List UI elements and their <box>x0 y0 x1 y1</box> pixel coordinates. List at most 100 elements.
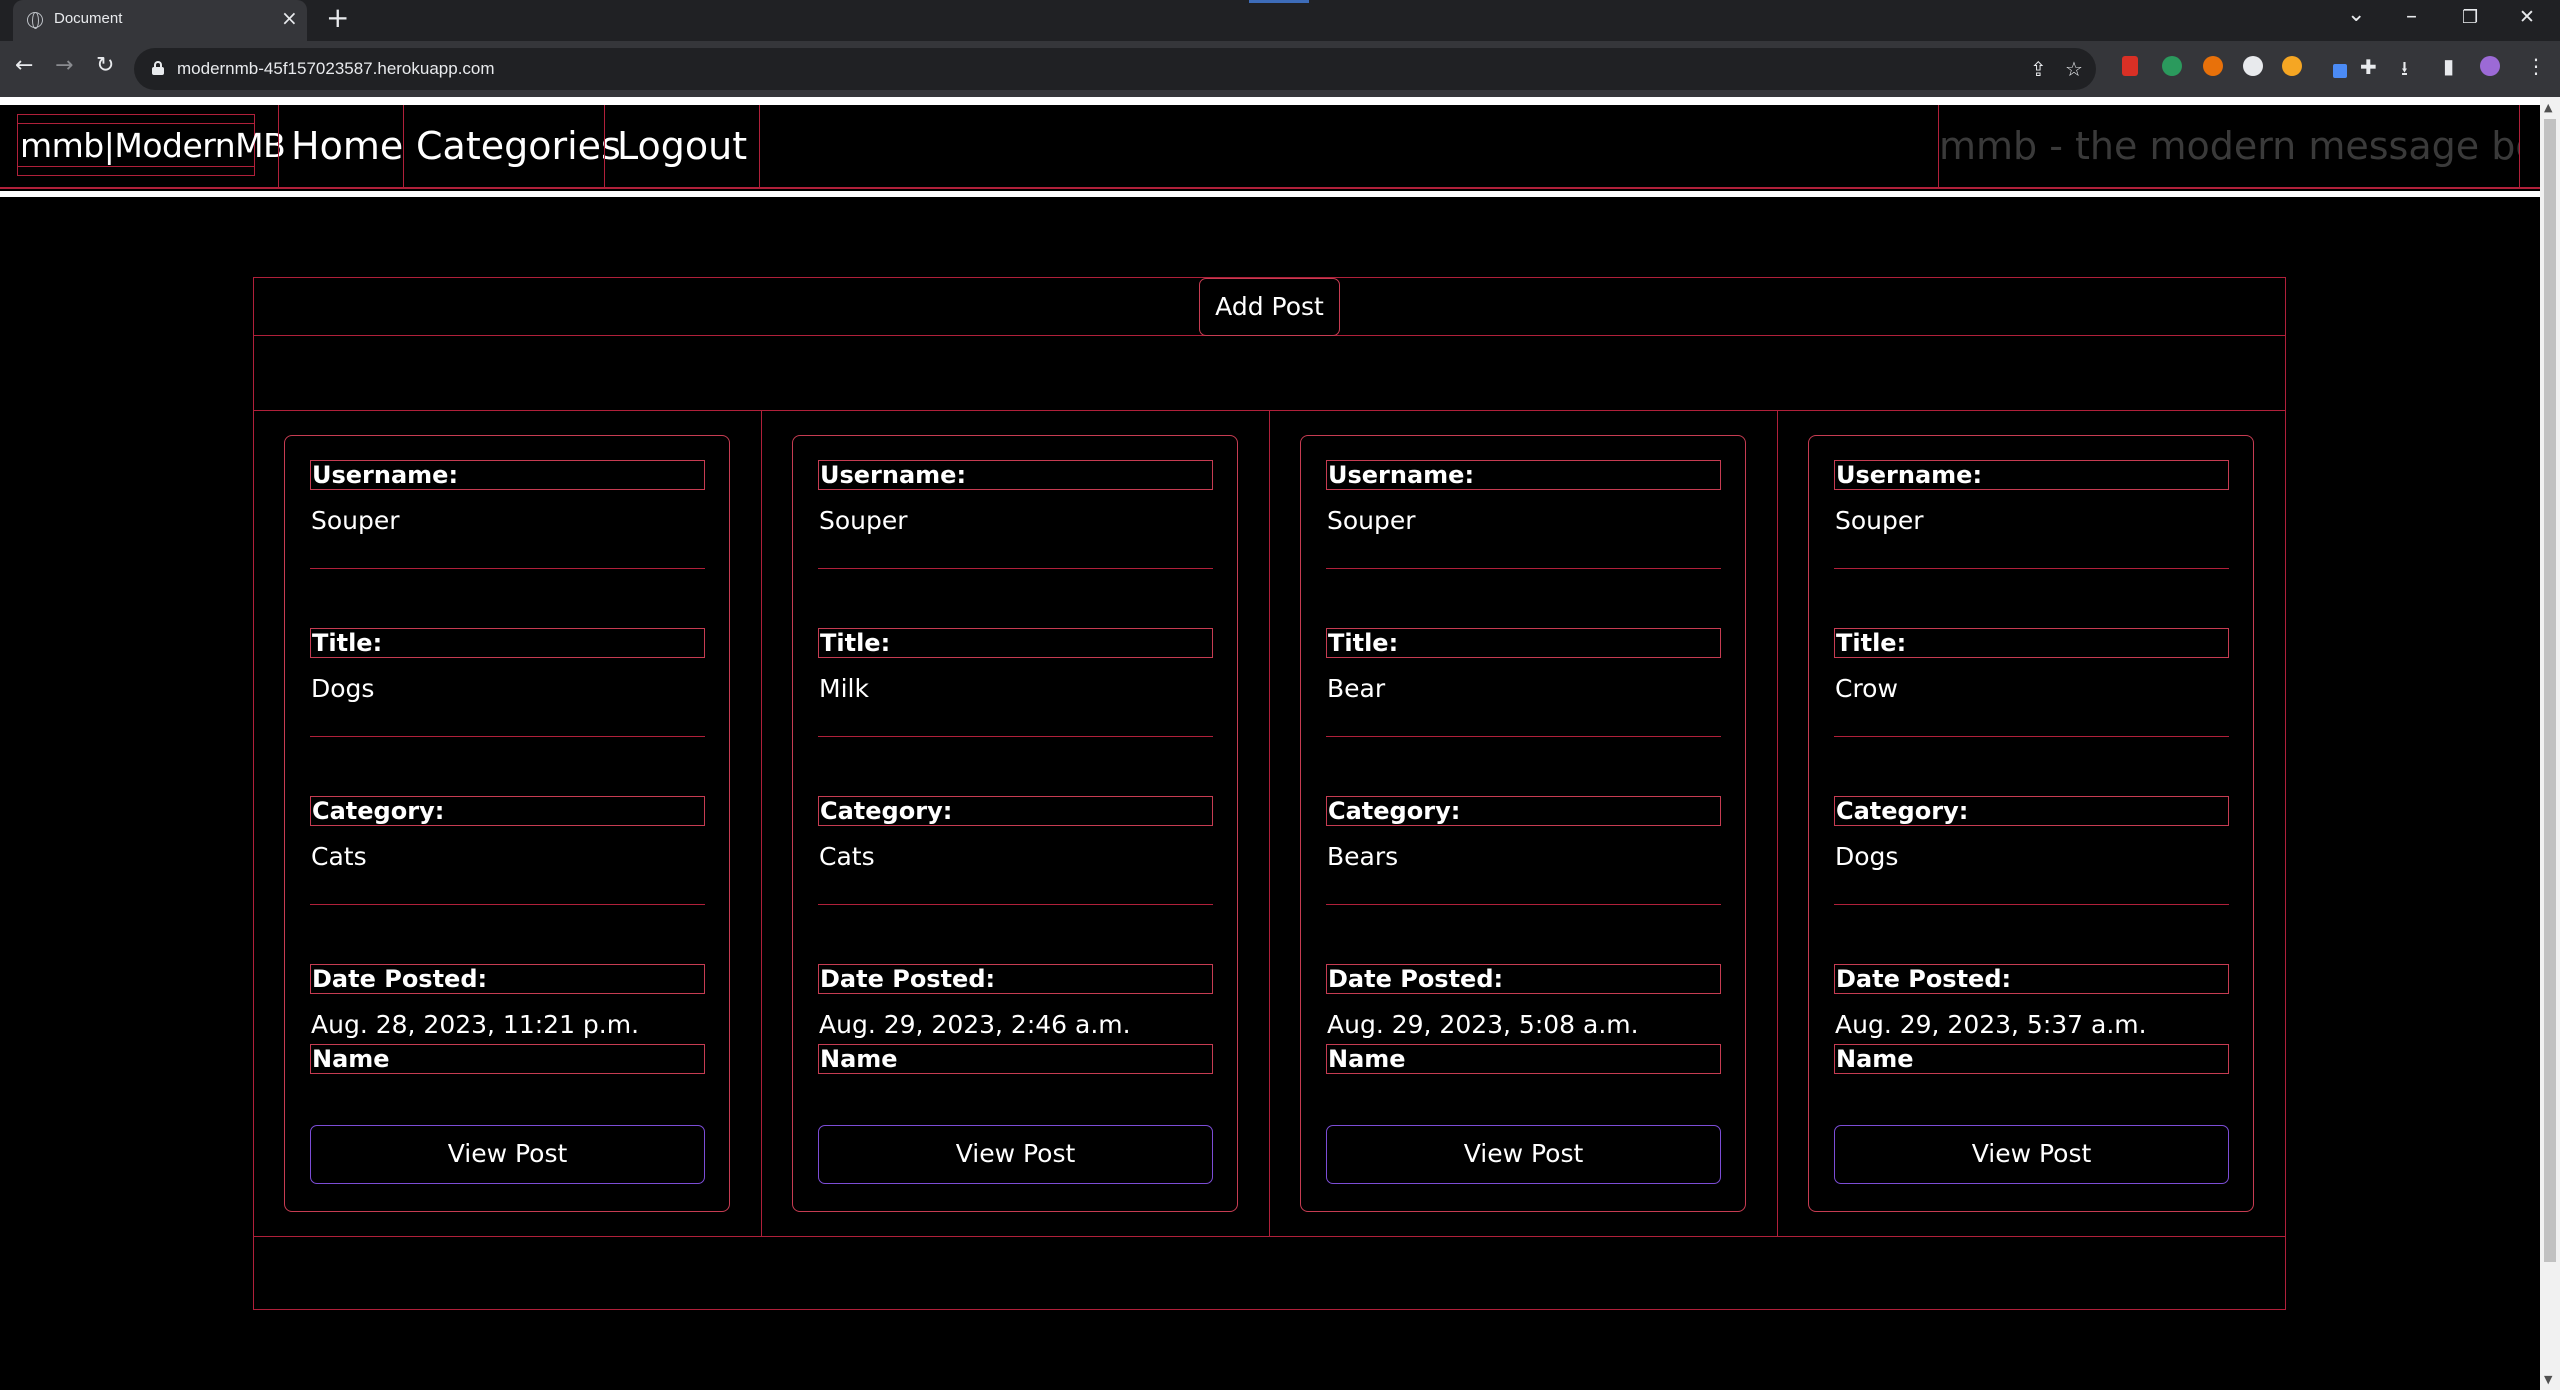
category-value: Cats <box>819 842 875 871</box>
name-label: Name <box>818 1044 1213 1074</box>
category-value: Cats <box>311 842 367 871</box>
browser-tab[interactable]: Document × <box>13 0 307 41</box>
back-button[interactable]: ← <box>15 55 33 77</box>
share-icon[interactable]: ⇪ <box>2030 57 2047 81</box>
date-posted-value: Aug. 29, 2023, 5:37 a.m. <box>1835 1010 2147 1039</box>
close-window-button[interactable]: ✕ <box>2519 6 2535 28</box>
title-value: Milk <box>819 674 869 703</box>
extension-blue-icon[interactable] <box>2333 64 2347 78</box>
view-post-button[interactable]: View Post <box>818 1125 1213 1184</box>
bookmark-star-icon[interactable]: ☆ <box>2065 57 2083 81</box>
nav-home[interactable]: Home <box>278 105 415 187</box>
browser-toolbar: ← → ↻ modernmb-45f157023587.herokuapp.co… <box>0 41 2560 97</box>
date-posted-label: Date Posted: <box>1326 964 1721 994</box>
date-posted-label: Date Posted: <box>818 964 1213 994</box>
username-value: Souper <box>819 506 908 535</box>
extension-white-circle-icon[interactable] <box>2243 56 2263 76</box>
username-label: Username: <box>818 460 1213 490</box>
title-label: Title: <box>310 628 705 658</box>
divider <box>1326 904 1721 905</box>
side-panel-icon[interactable]: ▮ <box>2443 54 2454 78</box>
username-label: Username: <box>310 460 705 490</box>
scroll-down-arrow-icon[interactable]: ▼ <box>2544 1373 2552 1386</box>
title-value: Dogs <box>311 674 375 703</box>
username-label: Username: <box>1326 460 1721 490</box>
divider <box>818 568 1213 569</box>
name-label: Name <box>1326 1044 1721 1074</box>
navbar-bottom-border <box>0 191 2540 197</box>
nav-categories[interactable]: Categories <box>403 105 633 187</box>
restore-button[interactable]: ❐ <box>2462 7 2478 28</box>
post-column: Username: Souper Title: Dogs Category: C… <box>254 411 762 1236</box>
view-post-button[interactable]: View Post <box>1326 1125 1721 1184</box>
date-posted-value: Aug. 29, 2023, 5:08 a.m. <box>1327 1010 1639 1039</box>
scrollbar-thumb[interactable] <box>2544 119 2556 1262</box>
post-card: Username: Souper Title: Crow Category: D… <box>1808 435 2254 1212</box>
title-label: Title: <box>1326 628 1721 658</box>
add-post-button[interactable]: Add Post <box>1199 278 1340 336</box>
category-label: Category: <box>310 796 705 826</box>
tab-search-icon[interactable]: ⌄ <box>2347 2 2365 27</box>
tab-title: Document <box>54 10 123 27</box>
post-column: Username: Souper Title: Bear Category: B… <box>1270 411 1778 1236</box>
site-tagline: mmb - the modern message board <box>1938 105 2520 187</box>
divider <box>310 568 705 569</box>
download-icon[interactable]: ⭳ <box>2401 54 2408 88</box>
extension-red-icon[interactable] <box>2122 56 2138 76</box>
category-label: Category: <box>1834 796 2229 826</box>
tab-strip-accent <box>1249 0 1309 3</box>
divider <box>818 736 1213 737</box>
footer-row <box>254 1236 2285 1309</box>
divider <box>310 736 705 737</box>
category-label: Category: <box>818 796 1213 826</box>
forward-button[interactable]: → <box>55 55 73 77</box>
add-post-row: Add Post <box>254 278 2285 336</box>
post-card: Username: Souper Title: Bear Category: B… <box>1300 435 1746 1212</box>
menu-kebab-icon[interactable]: ⋮ <box>2526 54 2546 78</box>
page-scrollbar[interactable]: ▲ ▼ <box>2540 97 2560 1390</box>
title-label: Title: <box>818 628 1213 658</box>
category-value: Bears <box>1327 842 1399 871</box>
extension-orange-icon[interactable] <box>2203 56 2223 76</box>
divider <box>1326 568 1721 569</box>
extension-yellow-icon[interactable] <box>2282 56 2302 76</box>
new-tab-button[interactable]: + <box>326 4 349 32</box>
spacer-row <box>254 336 2285 411</box>
divider <box>1834 568 2229 569</box>
view-post-button[interactable]: View Post <box>1834 1125 2229 1184</box>
title-value: Bear <box>1327 674 1386 703</box>
username-value: Souper <box>1835 506 1924 535</box>
brand-logo[interactable]: mmb|ModernMB <box>17 114 286 176</box>
nav-logout[interactable]: Logout <box>604 105 761 187</box>
tab-close-icon[interactable]: × <box>281 8 298 28</box>
scroll-up-arrow-icon[interactable]: ▲ <box>2544 101 2552 114</box>
date-posted-value: Aug. 28, 2023, 11:21 p.m. <box>311 1010 640 1039</box>
category-label: Category: <box>1326 796 1721 826</box>
post-column: Username: Souper Title: Milk Category: C… <box>762 411 1270 1236</box>
posts-container: Add Post Username: Souper Title: Dogs Ca… <box>253 277 2286 1310</box>
view-post-button[interactable]: View Post <box>310 1125 705 1184</box>
username-value: Souper <box>311 506 400 535</box>
divider <box>818 904 1213 905</box>
reload-button[interactable]: ↻ <box>96 55 114 77</box>
url-text[interactable]: modernmb-45f157023587.herokuapp.com <box>177 59 495 79</box>
puzzle-icon[interactable]: ✚ <box>2360 55 2377 79</box>
divider <box>1326 736 1721 737</box>
date-posted-value: Aug. 29, 2023, 2:46 a.m. <box>819 1010 1131 1039</box>
post-column: Username: Souper Title: Crow Category: D… <box>1778 411 2286 1236</box>
title-label: Title: <box>1834 628 2229 658</box>
brand-text[interactable]: mmb|ModernMB <box>20 126 286 165</box>
divider <box>310 904 705 905</box>
date-posted-label: Date Posted: <box>1834 964 2229 994</box>
extension-green-badge-icon[interactable] <box>2162 56 2182 76</box>
username-value: Souper <box>1327 506 1416 535</box>
name-label: Name <box>310 1044 705 1074</box>
profile-avatar-icon[interactable] <box>2480 56 2500 76</box>
address-bar[interactable]: modernmb-45f157023587.herokuapp.com ⇪ ☆ <box>134 48 2096 90</box>
lock-icon[interactable] <box>152 61 164 75</box>
minimize-button[interactable]: – <box>2406 4 2417 29</box>
title-value: Crow <box>1835 674 1898 703</box>
globe-icon <box>27 12 43 29</box>
username-label: Username: <box>1834 460 2229 490</box>
divider <box>1834 904 2229 905</box>
